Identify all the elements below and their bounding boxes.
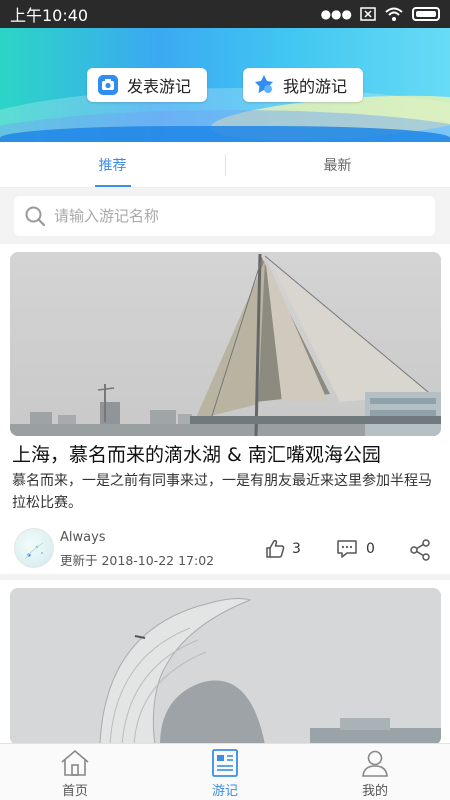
post-card[interactable]: 上海，慕名而来的滴水湖 & 南汇嘴观海公园 慕名而来，一是之前有同事来过，一是有… — [0, 244, 450, 574]
status-icons: ●●● — [321, 6, 440, 22]
user-icon — [362, 750, 388, 777]
status-bar: 上午10:40 ●●● — [0, 0, 450, 28]
search-icon — [25, 206, 46, 227]
publish-travelogue-button[interactable]: 发表游记 — [87, 68, 207, 102]
like-count: 3 — [292, 541, 301, 557]
battery-icon — [412, 7, 440, 21]
search-area — [0, 188, 450, 244]
star-badge-icon — [253, 74, 275, 96]
home-icon — [61, 749, 89, 776]
nav-profile-label: 我的 — [361, 784, 388, 799]
search-box — [14, 196, 435, 236]
post-meta: Always 更新于 2018-10-22 17:02 3 0 — [12, 528, 442, 572]
post-title[interactable]: 上海，慕名而来的滴水湖 & 南汇嘴观海公园 — [12, 440, 442, 467]
like-button[interactable]: 3 — [264, 538, 301, 560]
nav-home[interactable]: 首页 — [0, 744, 150, 800]
thumbs-up-icon — [266, 539, 285, 558]
feed-tabs: 推荐 最新 — [0, 142, 450, 188]
travelogue-icon — [212, 749, 238, 777]
nav-travelogue-label: 游记 — [211, 784, 238, 799]
post-cover-image[interactable] — [10, 252, 441, 436]
my-travelogues-label: 我的游记 — [283, 77, 348, 96]
comment-count: 0 — [366, 541, 375, 557]
camera-icon — [97, 74, 119, 96]
nav-home-label: 首页 — [61, 784, 88, 799]
nav-travelogue[interactable]: 游记 — [150, 744, 300, 800]
publish-travelogue-label: 发表游记 — [127, 77, 192, 96]
share-icon — [410, 539, 430, 561]
author-name[interactable]: Always — [60, 530, 106, 545]
avatar[interactable] — [14, 528, 54, 568]
comment-button[interactable]: 0 — [336, 538, 375, 560]
status-time: 上午10:40 — [10, 6, 89, 25]
tab-recommended[interactable]: 推荐 — [0, 142, 225, 187]
my-travelogues-button[interactable]: 我的游记 — [243, 68, 363, 102]
search-input[interactable] — [54, 207, 425, 225]
hero-banner: 发表游记 我的游记 — [0, 28, 450, 142]
tab-latest[interactable]: 最新 — [225, 142, 450, 187]
close-box-icon — [360, 7, 376, 21]
comment-icon — [337, 540, 357, 558]
dots-icon: ●●● — [320, 7, 352, 21]
wifi-icon — [385, 7, 403, 21]
share-button[interactable] — [408, 538, 432, 566]
post-description: 慕名而来，一是之前有同事来过，一是有朋友最近来这里参加半程马拉松比赛。 — [12, 473, 432, 511]
tab-divider — [225, 154, 226, 176]
nav-profile[interactable]: 我的 — [300, 744, 450, 800]
post-cover-image[interactable] — [10, 588, 441, 745]
bottom-navigation: 首页 游记 我的 — [0, 743, 450, 800]
updated-time: 更新于 2018-10-22 17:02 — [60, 553, 215, 568]
post-card[interactable] — [0, 580, 450, 745]
